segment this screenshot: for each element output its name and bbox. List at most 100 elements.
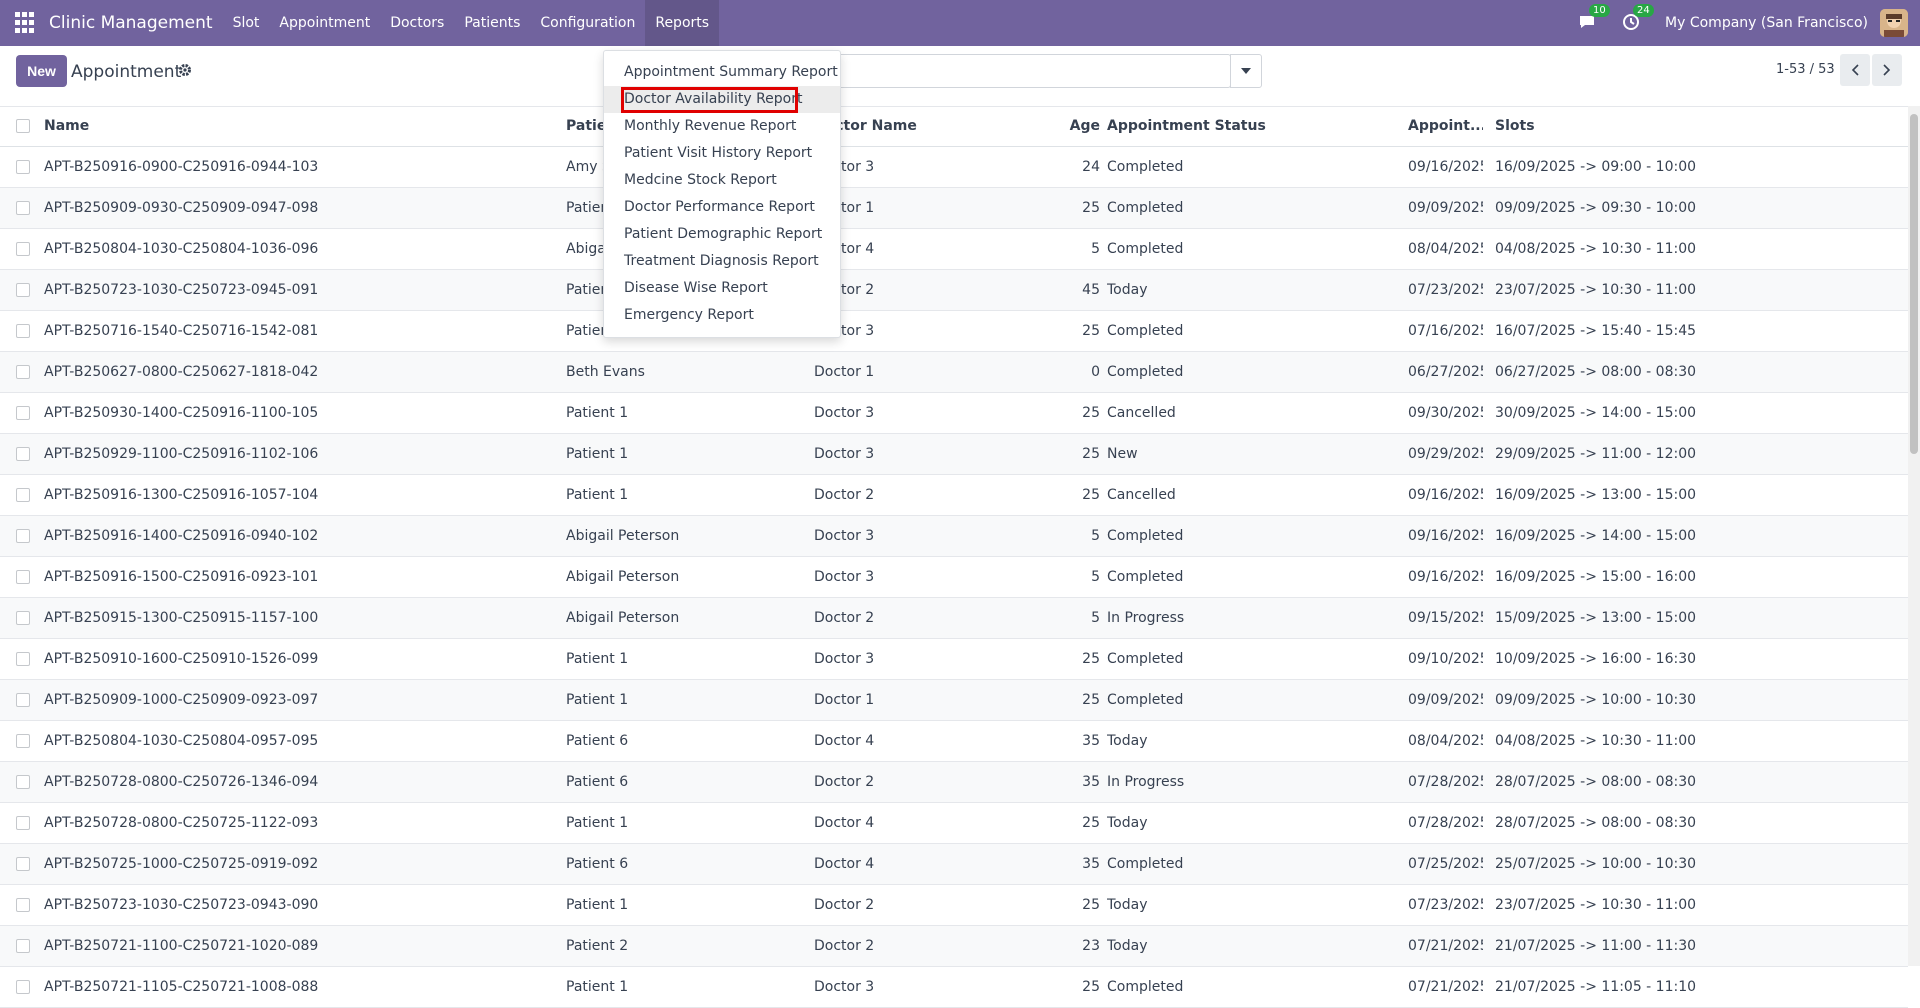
column-header-status[interactable]: Appointment Status [1107,106,1407,146]
menu-item-appointment-summary-report[interactable]: Appointment Summary Report [604,59,840,86]
table-row[interactable]: APT-B250721-1100-C250721-1020-089 Patient… [0,926,1908,967]
menu-item-doctor-availability-report[interactable]: Doctor Availability Report [604,86,840,113]
table-row[interactable]: APT-B250804-1030-C250804-1036-096 Abigail… [0,229,1908,270]
pager-previous-button[interactable] [1840,54,1870,86]
cell-slot: 25/07/2025 -> 10:00 - 10:30 [1495,856,1697,872]
cell-doctor: Doctor 1 [814,200,875,216]
menu-item-doctor-performance-report[interactable]: Doctor Performance Report [604,194,840,221]
table-row[interactable]: APT-B250916-1300-C250916-1057-104 Patient… [0,475,1908,516]
table-row[interactable]: APT-B250916-1500-C250916-0923-101 Abigail… [0,557,1908,598]
table-row[interactable]: APT-B250909-0930-C250909-0947-098 Patient… [0,188,1908,229]
table-row[interactable]: APT-B250728-0800-C250725-1122-093 Patient… [0,803,1908,844]
table-row[interactable]: APT-B250721-1105-C250721-1008-088 Patient… [0,967,1908,1008]
table-row[interactable]: APT-B250627-0800-C250627-1818-042 Beth Ev… [0,352,1908,393]
search-input[interactable] [828,54,1231,88]
app-name[interactable]: Clinic Management [49,13,213,33]
cell-status: Completed [1107,159,1184,175]
menu-reports[interactable]: Reports [645,0,720,46]
cell-status: Completed [1107,692,1184,708]
menu-item-disease-wise-report[interactable]: Disease Wise Report [604,275,840,302]
row-checkbox[interactable] [16,857,30,871]
row-checkbox[interactable] [16,980,30,994]
menu-item-medcine-stock-report[interactable]: Medcine Stock Report [604,167,840,194]
table-row[interactable]: APT-B250916-0900-C250916-0944-103Amy Smi… [0,147,1908,188]
row-checkbox[interactable] [16,939,30,953]
column-header-age[interactable]: Age [1044,106,1100,146]
menu-appointment[interactable]: Appointment [269,0,380,46]
row-checkbox[interactable] [16,365,30,379]
cell-status: Today [1107,938,1148,954]
menu-patients[interactable]: Patients [454,0,530,46]
cell-patient: Patient 1 [566,446,629,462]
cell-date: 08/04/2025 [1408,733,1483,749]
row-checkbox[interactable] [16,529,30,543]
cell-doctor: Doctor 4 [814,241,875,257]
menu-slot[interactable]: Slot [223,0,270,46]
row-checkbox[interactable] [16,570,30,584]
row-checkbox[interactable] [16,775,30,789]
table-row[interactable]: APT-B250929-1100-C250916-1102-106 Patient… [0,434,1908,475]
table-row[interactable]: APT-B250716-1540-C250716-1542-081 Patient… [0,311,1908,352]
menu-configuration[interactable]: Configuration [530,0,645,46]
cell-slot: 16/09/2025 -> 13:00 - 15:00 [1495,487,1697,503]
menu-doctors[interactable]: Doctors [380,0,454,46]
row-checkbox[interactable] [16,693,30,707]
cell-name: APT-B250909-0930-C250909-0947-098 [44,200,319,216]
table-row[interactable]: APT-B250723-1030-C250723-0943-090 Patient… [0,885,1908,926]
gear-icon[interactable] [178,62,192,81]
row-checkbox[interactable] [16,898,30,912]
row-checkbox[interactable] [16,242,30,256]
table-row[interactable]: APT-B250916-1400-C250916-0940-102 Abigail… [0,516,1908,557]
table-row[interactable]: APT-B250725-1000-C250725-0919-092 Patient… [0,844,1908,885]
cell-doctor: Doctor 1 [814,692,875,708]
column-header-appointment-date[interactable]: Appoint... [1408,106,1483,146]
table-row[interactable]: APT-B250909-1000-C250909-0923-097 Patient… [0,680,1908,721]
table-row[interactable]: APT-B250728-0800-C250726-1346-094 Patient… [0,762,1908,803]
row-checkbox[interactable] [16,406,30,420]
messages-button[interactable]: 10 [1577,4,1610,34]
cell-age: 23 [1082,938,1100,954]
row-checkbox[interactable] [16,447,30,461]
table-row[interactable]: APT-B250915-1300-C250915-1157-100 Abigail… [0,598,1908,639]
row-checkbox[interactable] [16,488,30,502]
pager-value[interactable]: 1-53 / 53 [1776,62,1835,77]
row-checkbox[interactable] [16,816,30,830]
cell-date: 09/15/2025 [1408,610,1483,626]
table-row[interactable]: APT-B250723-1030-C250723-0945-091 Patient… [0,270,1908,311]
search-options-button[interactable] [1230,54,1262,88]
row-checkbox[interactable] [16,734,30,748]
new-button[interactable]: New [16,55,67,87]
cell-patient: Abigail Peterson [566,528,680,544]
select-all-checkbox[interactable] [16,119,30,133]
vertical-scrollbar[interactable] [1908,106,1920,966]
activities-button[interactable]: 24 [1621,4,1654,34]
apps-menu-icon[interactable] [15,12,37,34]
cell-age: 45 [1082,282,1100,298]
row-checkbox[interactable] [16,160,30,174]
row-checkbox[interactable] [16,324,30,338]
menu-item-patient-demographic-report[interactable]: Patient Demographic Report [604,221,840,248]
table-row[interactable]: APT-B250804-1030-C250804-0957-095 Patient… [0,721,1908,762]
menu-item-patient-visit-history-report[interactable]: Patient Visit History Report [604,140,840,167]
caret-down-icon [1241,68,1251,74]
cell-patient: Patient 6 [566,733,629,749]
menu-item-monthly-revenue-report[interactable]: Monthly Revenue Report [604,113,840,140]
user-avatar[interactable] [1880,9,1908,37]
cell-patient: Abigail Peterson [566,610,680,626]
column-header-slots[interactable]: Slots [1495,106,1795,146]
pager-next-button[interactable] [1872,54,1902,86]
menu-item-emergency-report[interactable]: Emergency Report [604,302,840,329]
row-checkbox[interactable] [16,201,30,215]
table-row[interactable]: APT-B250910-1600-C250910-1526-099 Patient… [0,639,1908,680]
column-header-doctor[interactable]: Doctor Name [814,106,1044,146]
menu-item-treatment-diagnosis-report[interactable]: Treatment Diagnosis Report [604,248,840,275]
row-checkbox[interactable] [16,652,30,666]
company-switcher[interactable]: My Company (San Francisco) [1665,15,1868,31]
scrollbar-thumb[interactable] [1910,114,1918,454]
top-navbar: Clinic Management Slot Appointment Docto… [0,0,1920,46]
row-checkbox[interactable] [16,283,30,297]
row-checkbox[interactable] [16,611,30,625]
table-row[interactable]: APT-B250930-1400-C250916-1100-105 Patient… [0,393,1908,434]
column-header-name[interactable]: Name [44,106,544,146]
cell-age: 25 [1082,487,1100,503]
